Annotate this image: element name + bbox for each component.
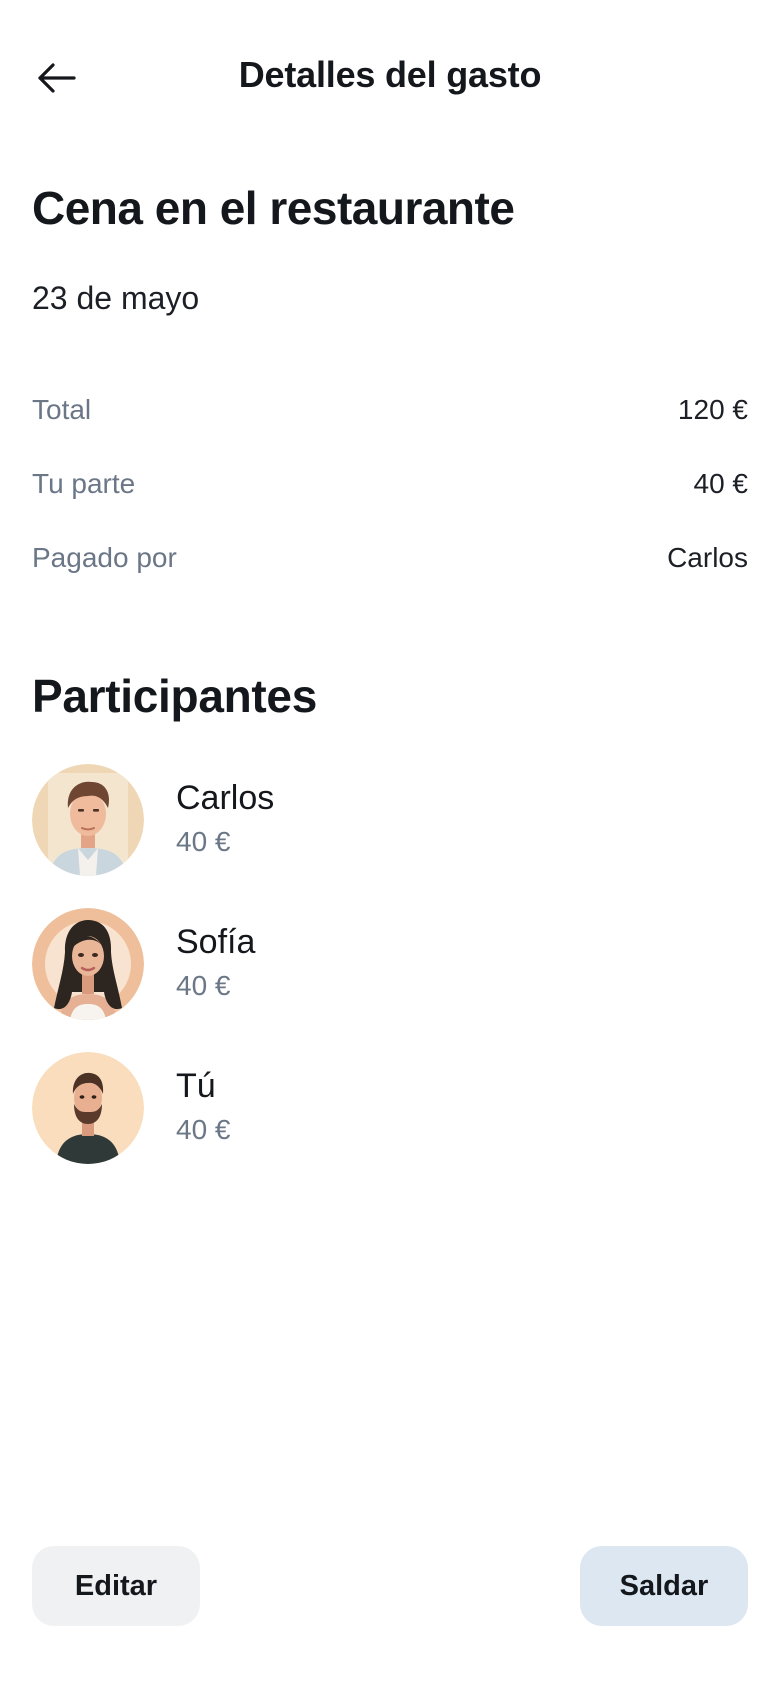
detail-row-your-share: Tu parte 40 € (32, 464, 748, 504)
participant-amount: 40 € (176, 970, 231, 1001)
participant-name: Carlos (176, 779, 275, 817)
top-bar: Detalles del gasto (0, 0, 780, 160)
participants-title: Participantes (32, 670, 317, 722)
participant-item-you[interactable]: Tú 40 € (32, 1052, 748, 1164)
participant-amount: 40 € (176, 826, 231, 857)
detail-label: Pagado por (32, 542, 177, 573)
expense-title: Cena en el restaurante (32, 182, 515, 234)
detail-row-paid-by: Pagado por Carlos (32, 538, 748, 578)
detail-label: Tu parte (32, 468, 136, 499)
expense-date: 23 de mayo (32, 280, 200, 316)
detail-value: 120 € (677, 394, 748, 425)
participant-amount: 40 € (176, 1114, 231, 1145)
detail-value: 40 € (693, 468, 749, 499)
participant-item-carlos[interactable]: Carlos 40 € (32, 764, 748, 876)
page-title: Detalles del gasto (238, 54, 542, 95)
avatar (32, 908, 144, 1020)
detail-value: Carlos (667, 542, 748, 573)
participant-item-sofia[interactable]: Sofía 40 € (32, 908, 748, 1020)
participant-name: Sofía (176, 923, 256, 961)
avatar (32, 1052, 144, 1164)
settle-button[interactable]: Saldar (580, 1546, 748, 1626)
detail-row-total: Total 120 € (32, 390, 748, 430)
expense-details-screen: Detalles del gasto Cena en el restaurant… (0, 0, 780, 1688)
detail-label: Total (32, 394, 92, 425)
avatar (32, 764, 144, 876)
edit-button[interactable]: Editar (32, 1546, 200, 1626)
participant-name: Tú (176, 1067, 216, 1105)
